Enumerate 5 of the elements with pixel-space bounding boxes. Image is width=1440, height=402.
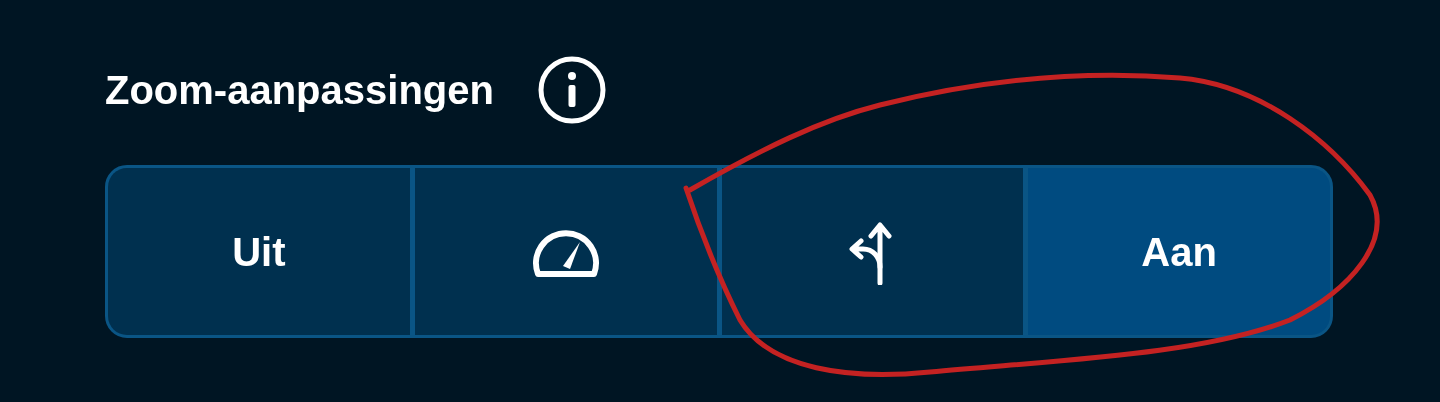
segment-button[interactable]: Uit [108,168,410,335]
segment-button[interactable]: Aan [1028,168,1330,335]
info-icon[interactable] [537,56,606,124]
section-title: Zoom-aanpassingen [105,67,494,114]
segment-button[interactable] [414,168,717,335]
